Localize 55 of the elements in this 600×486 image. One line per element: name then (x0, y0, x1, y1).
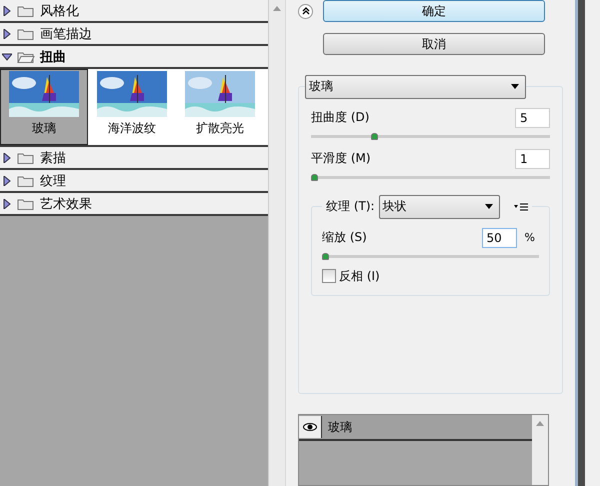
category-label: 纹理 (40, 172, 66, 190)
folder-icon (17, 198, 35, 210)
category-label: 素描 (40, 150, 66, 166)
expanded-triangle-icon[interactable] (2, 52, 12, 62)
slider-thumb[interactable] (311, 174, 318, 181)
folder-icon (17, 28, 35, 40)
category-label: 风格化 (40, 2, 79, 20)
filter-thumbnail[interactable]: 玻璃 (0, 69, 88, 145)
category-row[interactable]: 画笔描边 (0, 23, 268, 46)
unit-label: % (524, 231, 535, 244)
chevron-up-icon (302, 7, 310, 16)
collapse-button[interactable] (298, 4, 313, 19)
param-label: 平滑度 (M) (311, 150, 371, 168)
filter-label: 扩散亮光 (196, 120, 244, 137)
caret-icon (511, 84, 519, 90)
collapsed-triangle-icon[interactable] (2, 198, 12, 208)
category-row[interactable]: 扭曲 (0, 46, 268, 69)
menu-icon[interactable] (514, 202, 528, 211)
layer-label: 玻璃 (328, 418, 352, 436)
visibility-toggle[interactable] (299, 416, 322, 438)
texture-label: 纹理 (T): (326, 198, 375, 216)
category-row[interactable]: 艺术效果 (0, 193, 268, 216)
ok-button[interactable]: 确定 (323, 0, 545, 22)
folder-icon (17, 174, 35, 186)
caret-icon (484, 204, 493, 210)
folder-icon (17, 4, 35, 16)
value-field[interactable]: 1 (515, 148, 550, 169)
cancel-button[interactable]: 取消 (323, 33, 545, 56)
param-label: 扭曲度 (D) (311, 109, 370, 126)
value-field[interactable]: 50 (482, 228, 517, 248)
category-row[interactable]: 素描 (0, 147, 268, 170)
folder-icon (17, 152, 35, 164)
collapsed-triangle-icon[interactable] (2, 176, 12, 186)
value-field[interactable]: 5 (515, 108, 550, 128)
collapsed-triangle-icon[interactable] (2, 6, 12, 16)
filter-label: 海洋波纹 (108, 120, 156, 137)
category-label: 艺术效果 (40, 196, 92, 212)
scrollbar[interactable] (532, 415, 548, 485)
texture-dropdown[interactable]: 块状 (378, 194, 500, 219)
slider-thumb[interactable] (371, 132, 378, 140)
folder-icon (17, 50, 35, 62)
collapsed-triangle-icon[interactable] (2, 152, 12, 162)
slider-thumb[interactable] (322, 252, 329, 260)
category-row[interactable]: 纹理 (0, 170, 268, 193)
category-row[interactable]: 风格化 (0, 0, 268, 23)
filter-label: 玻璃 (32, 120, 56, 137)
param-label: 缩放 (S) (322, 229, 367, 246)
collapsed-triangle-icon[interactable] (2, 28, 12, 38)
eye-icon (303, 423, 317, 432)
category-label: 画笔描边 (40, 26, 92, 42)
checkbox-label: 反相 (I) (339, 268, 380, 285)
filter-dropdown[interactable]: 玻璃 (305, 74, 526, 99)
category-label: 扭曲 (40, 48, 66, 66)
invert-checkbox[interactable] (322, 269, 336, 284)
scrollbar[interactable] (268, 0, 285, 486)
